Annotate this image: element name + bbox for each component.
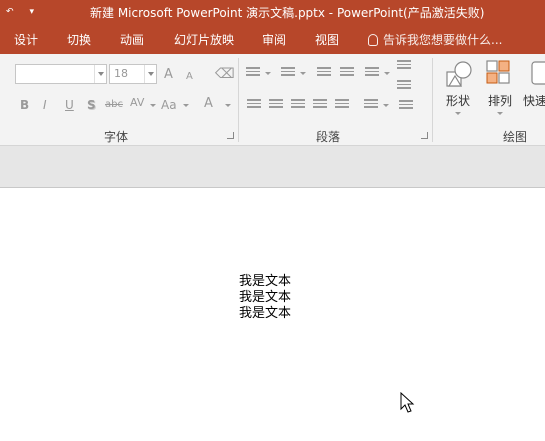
tab-slideshow[interactable]: 幻灯片放映 xyxy=(174,31,234,48)
character-spacing-icon[interactable]: AV xyxy=(130,96,144,110)
clear-format-icon[interactable]: ⌫ xyxy=(215,67,235,81)
chevron-down-icon[interactable] xyxy=(150,104,156,107)
text-shadow-icon[interactable]: S xyxy=(87,98,96,112)
align-right-icon[interactable] xyxy=(291,99,305,111)
shapes-label: 形状 xyxy=(445,94,470,108)
tell-me-search[interactable]: 告诉我您想要做什么... xyxy=(368,31,502,48)
bullets-icon[interactable] xyxy=(246,67,260,79)
tab-transitions[interactable]: 切换 xyxy=(67,31,91,48)
chevron-down-icon[interactable] xyxy=(144,65,156,83)
title-bar: ↶ ▾ 新建 Microsoft PowerPoint 演示文稿.pptx - … xyxy=(0,0,545,24)
arrange-label: 排列 xyxy=(487,94,512,108)
font-name-combo[interactable] xyxy=(15,64,107,84)
align-text-icon[interactable] xyxy=(397,80,411,92)
window-title: 新建 Microsoft PowerPoint 演示文稿.pptx - Powe… xyxy=(90,6,485,20)
quick-styles-icon xyxy=(531,61,545,85)
drawing-group-label: 绘图 xyxy=(503,130,528,144)
font-dialog-launcher-icon[interactable] xyxy=(227,132,234,139)
chevron-down-icon[interactable] xyxy=(94,65,106,83)
font-color-icon[interactable]: A xyxy=(204,97,213,111)
tab-design[interactable]: 设计 xyxy=(14,31,38,48)
tab-view[interactable]: 视图 xyxy=(315,31,339,48)
quick-styles-button[interactable]: 快速 xyxy=(520,54,545,124)
slide-textbox[interactable]: 我是文本 我是文本 我是文本 xyxy=(239,274,291,322)
paragraph-group-label: 段落 xyxy=(316,130,341,144)
shapes-icon xyxy=(446,61,472,87)
columns-icon[interactable] xyxy=(364,99,378,111)
mouse-pointer-icon xyxy=(400,392,415,413)
chevron-down-icon[interactable] xyxy=(384,72,390,75)
slide-canvas[interactable]: 我是文本 我是文本 我是文本 xyxy=(0,188,545,441)
align-center-icon[interactable] xyxy=(269,99,283,111)
strikethrough-icon[interactable]: abc xyxy=(105,98,123,112)
ruler-area xyxy=(0,146,545,188)
tell-me-text: 告诉我您想要做什么... xyxy=(383,33,503,47)
distributed-icon[interactable] xyxy=(335,99,349,111)
decrease-indent-icon[interactable] xyxy=(317,67,331,79)
chevron-down-icon[interactable] xyxy=(265,72,271,75)
chevron-down-icon[interactable] xyxy=(183,104,189,107)
customize-qat-icon[interactable]: ▾ xyxy=(30,7,35,17)
tab-review[interactable]: 审阅 xyxy=(262,31,286,48)
arrange-button[interactable]: 排列 xyxy=(480,54,520,124)
line-spacing-icon[interactable] xyxy=(365,67,379,79)
justify-icon[interactable] xyxy=(313,99,327,111)
font-size-value: 18 xyxy=(114,67,128,80)
align-left-icon[interactable] xyxy=(247,99,261,111)
arrange-icon xyxy=(486,60,510,84)
lightbulb-icon xyxy=(368,34,378,46)
chevron-down-icon[interactable] xyxy=(300,72,306,75)
text-line: 我是文本 xyxy=(239,290,292,305)
shapes-button[interactable]: 形状 xyxy=(438,54,478,124)
numbering-icon[interactable] xyxy=(281,67,295,79)
quick-access-toolbar: ↶ ▾ xyxy=(0,0,34,24)
tab-animations[interactable]: 动画 xyxy=(120,31,144,48)
font-group-label: 字体 xyxy=(104,130,129,144)
chevron-down-icon[interactable] xyxy=(225,104,231,107)
chevron-down-icon[interactable] xyxy=(497,112,503,115)
paragraph-dialog-launcher-icon[interactable] xyxy=(421,132,428,139)
italic-icon[interactable]: I xyxy=(43,98,47,112)
change-case-icon[interactable]: Aa xyxy=(161,98,177,112)
undo-icon[interactable]: ↶ xyxy=(6,7,14,17)
shrink-font-icon[interactable]: A xyxy=(186,70,193,84)
increase-indent-icon[interactable] xyxy=(340,67,354,79)
ribbon: 18 A A ⌫ B I U S abc AV Aa A 字体 段落 形状 排列… xyxy=(0,54,545,146)
chevron-down-icon[interactable] xyxy=(455,112,461,115)
font-size-combo[interactable]: 18 xyxy=(109,64,157,84)
text-line: 我是文本 xyxy=(239,274,292,289)
text-direction-icon[interactable] xyxy=(397,60,411,72)
quick-styles-label: 快速 xyxy=(523,94,545,108)
grow-font-icon[interactable]: A xyxy=(164,68,173,82)
underline-icon[interactable]: U xyxy=(65,98,74,112)
ribbon-tab-bar: 设计 切换 动画 幻灯片放映 审阅 视图 告诉我您想要做什么... xyxy=(0,24,545,54)
bold-icon[interactable]: B xyxy=(20,98,29,112)
chevron-down-icon[interactable] xyxy=(383,104,389,107)
text-line: 我是文本 xyxy=(239,306,292,321)
smartart-convert-icon[interactable] xyxy=(399,100,413,112)
group-separator xyxy=(432,58,433,142)
group-separator xyxy=(238,58,239,142)
